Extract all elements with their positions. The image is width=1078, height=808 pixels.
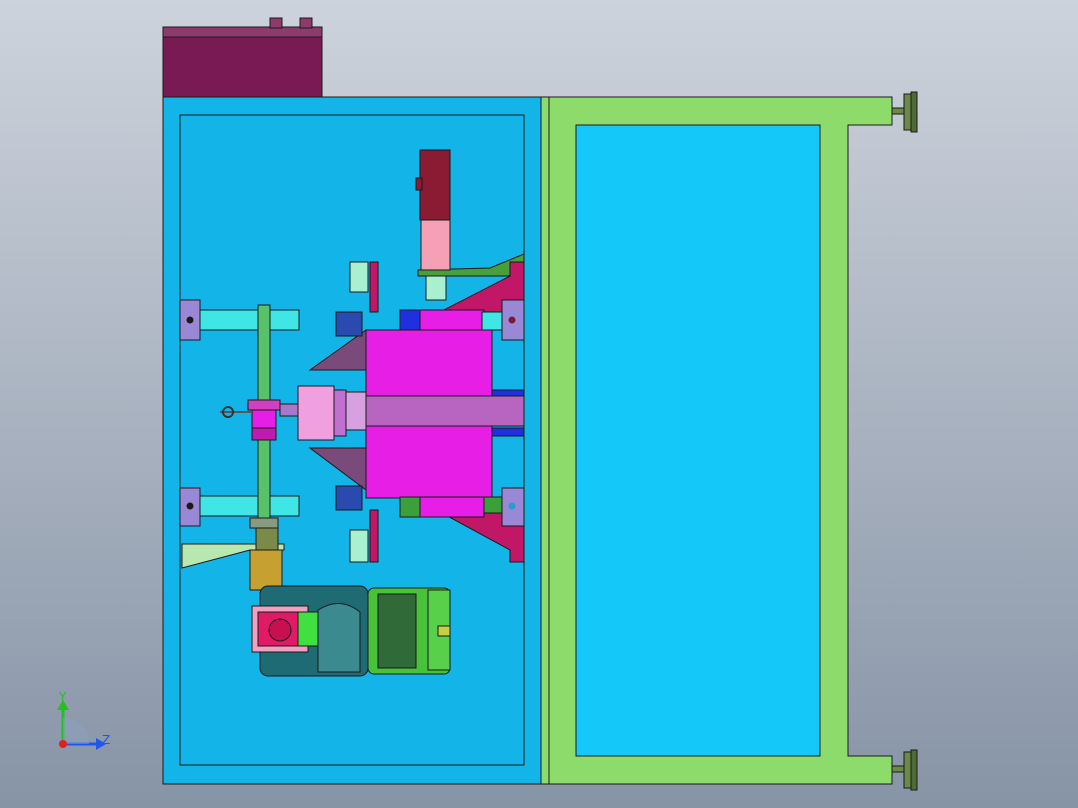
- assembly-model[interactable]: Y Z: [0, 0, 1078, 808]
- column-sleeve: [420, 219, 451, 271]
- top-housing[interactable]: [162, 17, 323, 99]
- top-housing-lid: [162, 26, 323, 38]
- top-knob-1: [269, 17, 283, 29]
- cad-viewport[interactable]: Y Z: [0, 0, 1078, 808]
- right-frame[interactable]: [540, 96, 893, 785]
- triad-z-label: Z: [102, 733, 110, 747]
- triad-y-label: Y: [58, 690, 67, 704]
- cylinder-block[interactable]: [297, 385, 347, 441]
- motor-assembly[interactable]: [251, 585, 451, 677]
- column-body: [419, 149, 451, 221]
- violet-arm[interactable]: [345, 391, 525, 431]
- top-knob-2: [299, 17, 313, 29]
- arm-body: [351, 395, 525, 427]
- right-panel[interactable]: [575, 124, 821, 757]
- top-housing-body: [162, 36, 323, 99]
